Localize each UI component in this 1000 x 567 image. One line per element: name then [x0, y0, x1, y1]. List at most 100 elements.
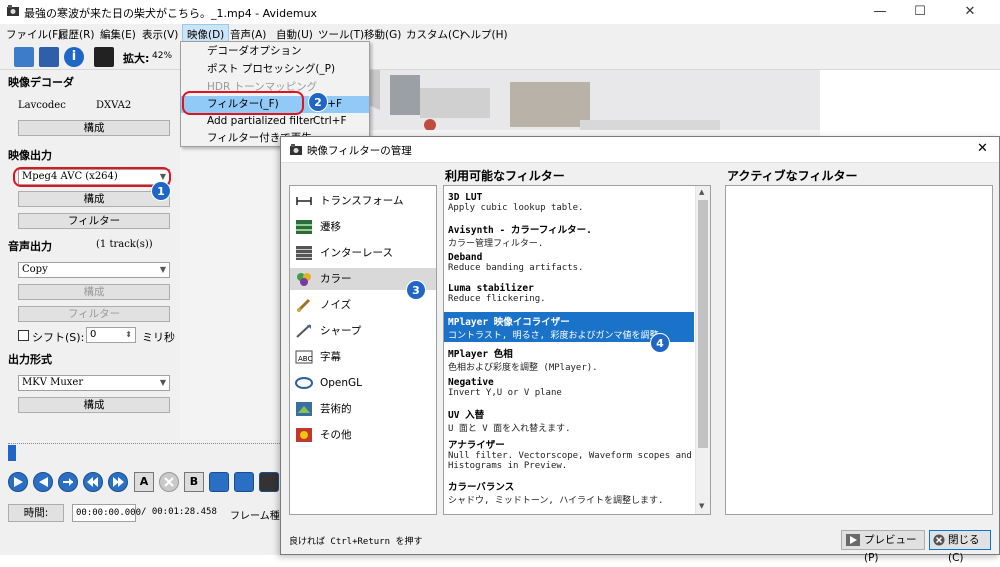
menu-item-partialized-filter[interactable]: Add partialized filter Ctrl+F: [181, 113, 369, 130]
category-transform[interactable]: トランスフォーム: [290, 190, 436, 212]
set-marker-b-button[interactable]: B: [184, 472, 204, 492]
dialog-title: 映像フィルターの管理: [307, 145, 412, 157]
video-filter-manager-dialog: 映像フィルターの管理 ✕ 利用可能なフィルター アクティブなフィルター トランス…: [280, 136, 1000, 564]
category-opengl[interactable]: OpenGL: [290, 372, 436, 394]
menu-edit[interactable]: 編集(E): [100, 27, 136, 42]
timeline-handle[interactable]: [8, 445, 16, 461]
category-label: 遷移: [320, 221, 341, 233]
category-transition[interactable]: 遷移: [290, 216, 436, 238]
next-keyframe-button[interactable]: [108, 472, 128, 492]
menu-go[interactable]: 移動(G): [364, 27, 401, 42]
callout-3: 3: [406, 280, 426, 300]
scrollbar-thumb[interactable]: [698, 200, 708, 448]
goto-marker-a-button[interactable]: [209, 472, 229, 492]
menu-item-label: デコーダオプション: [207, 45, 302, 57]
hint-text: 良ければ Ctrl+Return を押す: [289, 537, 423, 547]
rewind-button[interactable]: [33, 472, 53, 492]
interlace-icon: [296, 246, 312, 260]
category-artistic[interactable]: 芸術的: [290, 398, 436, 420]
menu-audio[interactable]: 音声(A): [230, 27, 266, 42]
filter-description: シャドウ, ミッドトーン, ハイライトを調整します.: [448, 496, 664, 506]
play-button[interactable]: [8, 472, 28, 492]
color-icon: [297, 273, 311, 286]
filter-item[interactable]: Negative Invert Y,U or V plane: [444, 377, 694, 398]
filter-description: Reduce flickering.: [448, 294, 546, 304]
filter-name: アナライザー: [448, 440, 505, 451]
category-subtitle[interactable]: ABC 字幕: [290, 346, 436, 368]
audio-filters-button[interactable]: フィルター: [18, 306, 170, 322]
filter-item[interactable]: UV 入替 U 面と V 面を入れ替えます.: [444, 407, 694, 434]
audio-output-heading: 音声出力: [8, 240, 52, 253]
decoder-value: DXVA2: [96, 100, 132, 111]
prev-keyframe-button[interactable]: [83, 472, 103, 492]
video-configure-button[interactable]: 構成: [18, 191, 170, 207]
filter-item[interactable]: Avisynth - カラーフィルター. カラー管理フィルター.: [444, 222, 694, 249]
preview-button[interactable]: プレビュー(P): [841, 530, 925, 564]
dialog-titlebar: 映像フィルターの管理 ✕: [281, 137, 999, 163]
zoom-label: 拡大:: [123, 52, 150, 65]
menu-file[interactable]: ファイル(F): [6, 27, 62, 42]
available-filters-heading: 利用可能なフィルター: [445, 169, 565, 183]
maximize-button[interactable]: ☐: [900, 0, 940, 24]
misc-icon: [296, 428, 312, 442]
scroll-down-arrow[interactable]: ▼: [699, 502, 704, 510]
transform-icon: [296, 197, 312, 205]
info-icon[interactable]: i: [64, 47, 84, 67]
filter-item[interactable]: Deband Reduce banding artifacts.: [444, 252, 694, 273]
category-sharpen[interactable]: シャープ: [290, 320, 436, 342]
goto-end-button[interactable]: [259, 472, 279, 492]
spin-arrows-icon[interactable]: ⬍: [125, 328, 132, 342]
delete-button[interactable]: [159, 472, 179, 492]
menu-item-decoder-options[interactable]: デコーダオプション: [181, 43, 369, 60]
time-label: 時間:: [8, 504, 64, 522]
menu-tools[interactable]: ツール(T): [318, 27, 364, 42]
timeline-slider[interactable]: [8, 443, 288, 455]
dialog-close-button[interactable]: ✕: [977, 141, 988, 156]
menu-history[interactable]: 履歴(R): [58, 27, 95, 42]
decoder-configure-button[interactable]: 構成: [18, 120, 170, 136]
audio-codec-value: Copy: [22, 264, 48, 275]
left-panel: 映像デコーダ Lavcodec DXVA2 構成 映像出力 Mpeg4 AVC …: [0, 70, 180, 440]
muxer-select[interactable]: MKV Muxer ▼: [18, 375, 170, 391]
video-filters-button[interactable]: フィルター: [18, 213, 170, 229]
current-time-input[interactable]: 00:00:00.000: [72, 504, 141, 522]
menu-view[interactable]: 表示(V): [142, 27, 178, 42]
menu-custom[interactable]: カスタム(C): [406, 27, 464, 42]
category-label: インターレース: [320, 247, 393, 259]
open-image-icon[interactable]: [14, 47, 34, 67]
set-marker-a-button[interactable]: A: [134, 472, 154, 492]
menu-help[interactable]: ヘルプ(H): [460, 27, 508, 42]
avidemux-logo-icon: [290, 144, 302, 155]
shift-input[interactable]: 0 ⬍: [86, 327, 136, 343]
shift-unit: ミリ秒: [142, 331, 175, 344]
shift-checkbox[interactable]: [18, 330, 29, 341]
close-dialog-label: 閉じる(C): [948, 534, 980, 564]
muxer-configure-button[interactable]: 構成: [18, 397, 170, 413]
zoom-value: 42%: [152, 51, 173, 61]
close-dialog-button[interactable]: 閉じる(C): [929, 530, 991, 564]
forward-button[interactable]: [58, 472, 78, 492]
film-icon[interactable]: [94, 47, 114, 67]
category-misc[interactable]: その他: [290, 424, 436, 446]
filter-name: UV 入替: [448, 410, 485, 421]
minimize-button[interactable]: —: [860, 0, 900, 24]
filter-item[interactable]: Luma stabilizer Reduce flickering.: [444, 283, 694, 304]
filter-item[interactable]: 3D LUT Apply cubic lookup table.: [444, 192, 694, 213]
audio-configure-button[interactable]: 構成: [18, 284, 170, 300]
filter-list-scrollbar[interactable]: ▲ ▼: [695, 186, 710, 514]
menu-auto[interactable]: 自動(U): [276, 27, 313, 42]
audio-codec-select[interactable]: Copy ▼: [18, 262, 170, 278]
close-button[interactable]: ✕: [950, 0, 990, 24]
filter-name: Luma stabilizer: [448, 283, 534, 294]
highlight-video-codec: [13, 167, 171, 187]
menu-item-post-processing[interactable]: ポスト プロセッシング(_P): [181, 61, 369, 78]
filter-item[interactable]: カラーバランス シャドウ, ミッドトーン, ハイライトを調整します.: [444, 479, 694, 506]
save-icon[interactable]: [39, 47, 59, 67]
artistic-icon: [296, 402, 312, 416]
scroll-up-arrow[interactable]: ▲: [699, 188, 704, 196]
muxer-value: MKV Muxer: [22, 377, 84, 388]
category-interlace[interactable]: インターレース: [290, 242, 436, 264]
goto-marker-b-button[interactable]: [234, 472, 254, 492]
category-label: その他: [320, 429, 352, 441]
filter-item[interactable]: アナライザー Null filter. Vectorscope, Wavefor…: [444, 437, 694, 471]
